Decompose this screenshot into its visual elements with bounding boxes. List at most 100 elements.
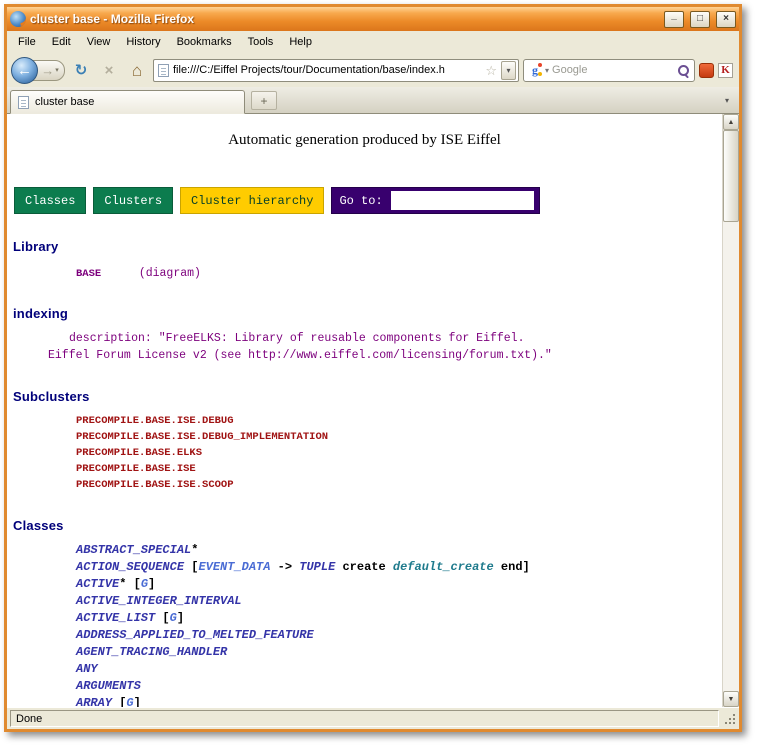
title-bar[interactable]: cluster base - Mozilla Firefox _ □ × [7,7,739,31]
new-tab-button[interactable]: + [251,91,277,110]
subclusters-list: PRECOMPILE.BASE.ISE.DEBUGPRECOMPILE.BASE… [76,413,722,493]
generic-param[interactable]: G [170,611,177,625]
home-button[interactable]: ⌂ [125,58,149,82]
doc-nav-buttons: Classes Clusters Cluster hierarchy Go to… [14,187,722,214]
class-link-row[interactable]: ADDRESS_APPLIED_TO_MELTED_FEATURE [76,627,722,644]
new-tab-icon: + [260,95,267,107]
addon-icon-k[interactable]: K [718,63,733,78]
plain-text: ] [177,611,184,625]
google-logo-icon: g [528,63,542,77]
clusters-button[interactable]: Clusters [93,187,173,214]
class-link[interactable]: ARGUMENTS [76,679,141,693]
library-heading: Library [13,239,722,254]
scrollbar-thumb[interactable] [723,130,739,222]
feature-link[interactable]: default_create [393,560,494,574]
library-line: BASE (diagram) [76,263,722,281]
page-favicon [158,64,169,77]
menu-view[interactable]: View [79,33,119,51]
class-link[interactable]: ANY [76,662,98,676]
class-link-row[interactable]: ABSTRACT_SPECIAL* [76,542,722,559]
class-link[interactable]: ACTIVE [76,577,119,591]
stop-button[interactable]: × [97,58,121,82]
class-link[interactable]: ABSTRACT_SPECIAL [76,543,191,557]
menu-file[interactable]: File [10,33,44,51]
class-link-row[interactable]: ACTIVE_INTEGER_INTERVAL [76,593,722,610]
status-bar: Done [7,707,739,729]
back-button[interactable]: ← [11,57,38,84]
search-input[interactable] [552,64,674,76]
plain-text: ] [134,696,141,707]
generic-param[interactable]: EVENT_DATA [198,560,270,574]
maximize-button[interactable]: □ [690,11,710,28]
class-link-row[interactable]: ANY [76,661,722,678]
class-link-row[interactable]: ARRAY [G] [76,695,722,707]
classes-button[interactable]: Classes [14,187,86,214]
class-link[interactable]: ACTION_SEQUENCE [76,560,184,574]
resize-grip[interactable] [722,711,737,726]
back-forward-group: ← →▾ [11,57,65,84]
search-engine-dropdown-icon[interactable]: ▾ [545,66,549,75]
address-dropdown-button[interactable]: ▾ [501,61,516,80]
subcluster-link[interactable]: PRECOMPILE.BASE.ELKS [76,445,722,461]
reload-button[interactable]: ↻ [69,58,93,82]
tab-cluster-base[interactable]: cluster base [10,90,245,114]
reload-icon: ↻ [75,63,88,78]
firefox-icon [10,11,26,27]
address-dropdown-icon: ▾ [506,66,510,75]
class-link-row[interactable]: ACTION_SEQUENCE [EVENT_DATA -> TUPLE cre… [76,559,722,576]
vertical-scrollbar[interactable]: ▲ ▼ [722,114,739,707]
subcluster-link[interactable]: PRECOMPILE.BASE.ISE.DEBUG [76,413,722,429]
menu-tools[interactable]: Tools [240,33,282,51]
classes-list: ABSTRACT_SPECIAL*ACTION_SEQUENCE [EVENT_… [76,542,722,707]
address-bar[interactable]: file:///C:/Eiffel Projects/tour/Document… [153,59,519,82]
home-icon: ⌂ [132,62,142,79]
class-link[interactable]: ADDRESS_APPLIED_TO_MELTED_FEATURE [76,628,314,642]
generic-param[interactable]: G [141,577,148,591]
cluster-hierarchy-button[interactable]: Cluster hierarchy [180,187,324,214]
class-link-row[interactable]: ACTIVE_LIST [G] [76,610,722,627]
subcluster-link[interactable]: PRECOMPILE.BASE.ISE [76,461,722,477]
addon-icon-orange[interactable] [699,63,714,78]
scrollbar-track[interactable] [723,222,739,691]
scroll-down-icon: ▼ [728,696,735,703]
back-icon: ← [17,62,32,79]
maximize-icon: □ [697,14,703,24]
menu-bar: FileEditViewHistoryBookmarksToolsHelp [7,31,739,53]
menu-history[interactable]: History [118,33,168,51]
minimize-button[interactable]: _ [664,11,684,28]
library-diagram-link[interactable]: (diagram) [139,267,201,280]
close-button[interactable]: × [716,11,736,28]
classes-heading: Classes [13,518,722,533]
class-link-row[interactable]: AGENT_TRACING_HANDLER [76,644,722,661]
bookmark-star-icon[interactable]: ☆ [485,64,497,77]
list-all-tabs-button[interactable]: ▾ [718,91,736,110]
plain-text: end] [494,560,530,574]
class-link[interactable]: AGENT_TRACING_HANDLER [76,645,227,659]
goto-input[interactable] [391,191,534,210]
search-magnifier-icon[interactable] [677,64,690,77]
class-link[interactable]: ACTIVE_LIST [76,611,155,625]
minimize-icon: _ [671,11,677,21]
subclusters-heading: Subclusters [13,389,722,404]
class-link[interactable]: ACTIVE_INTEGER_INTERVAL [76,594,242,608]
menu-help[interactable]: Help [281,33,320,51]
tab-favicon [18,96,29,109]
address-text[interactable]: file:///C:/Eiffel Projects/tour/Document… [173,64,481,76]
plain-text: [ [155,611,169,625]
list-all-tabs-icon: ▾ [725,96,729,105]
scroll-up-button[interactable]: ▲ [723,114,739,130]
subcluster-link[interactable]: PRECOMPILE.BASE.ISE.SCOOP [76,477,722,493]
subcluster-link[interactable]: PRECOMPILE.BASE.ISE.DEBUG_IMPLEMENTATION [76,429,722,445]
generic-param[interactable]: G [126,696,133,707]
menu-bookmarks[interactable]: Bookmarks [169,33,240,51]
class-link[interactable]: ARRAY [76,696,112,707]
page-content: Automatic generation produced by ISE Eif… [7,114,722,707]
library-base-link[interactable]: BASE [76,268,101,280]
class-link[interactable]: TUPLE [299,560,335,574]
class-link-row[interactable]: ACTIVE* [G] [76,576,722,593]
class-link-row[interactable]: ARGUMENTS [76,678,722,695]
search-box[interactable]: g ▾ [523,59,695,82]
history-dropdown-icon[interactable]: ▾ [55,66,59,74]
scroll-down-button[interactable]: ▼ [723,691,739,707]
menu-edit[interactable]: Edit [44,33,79,51]
